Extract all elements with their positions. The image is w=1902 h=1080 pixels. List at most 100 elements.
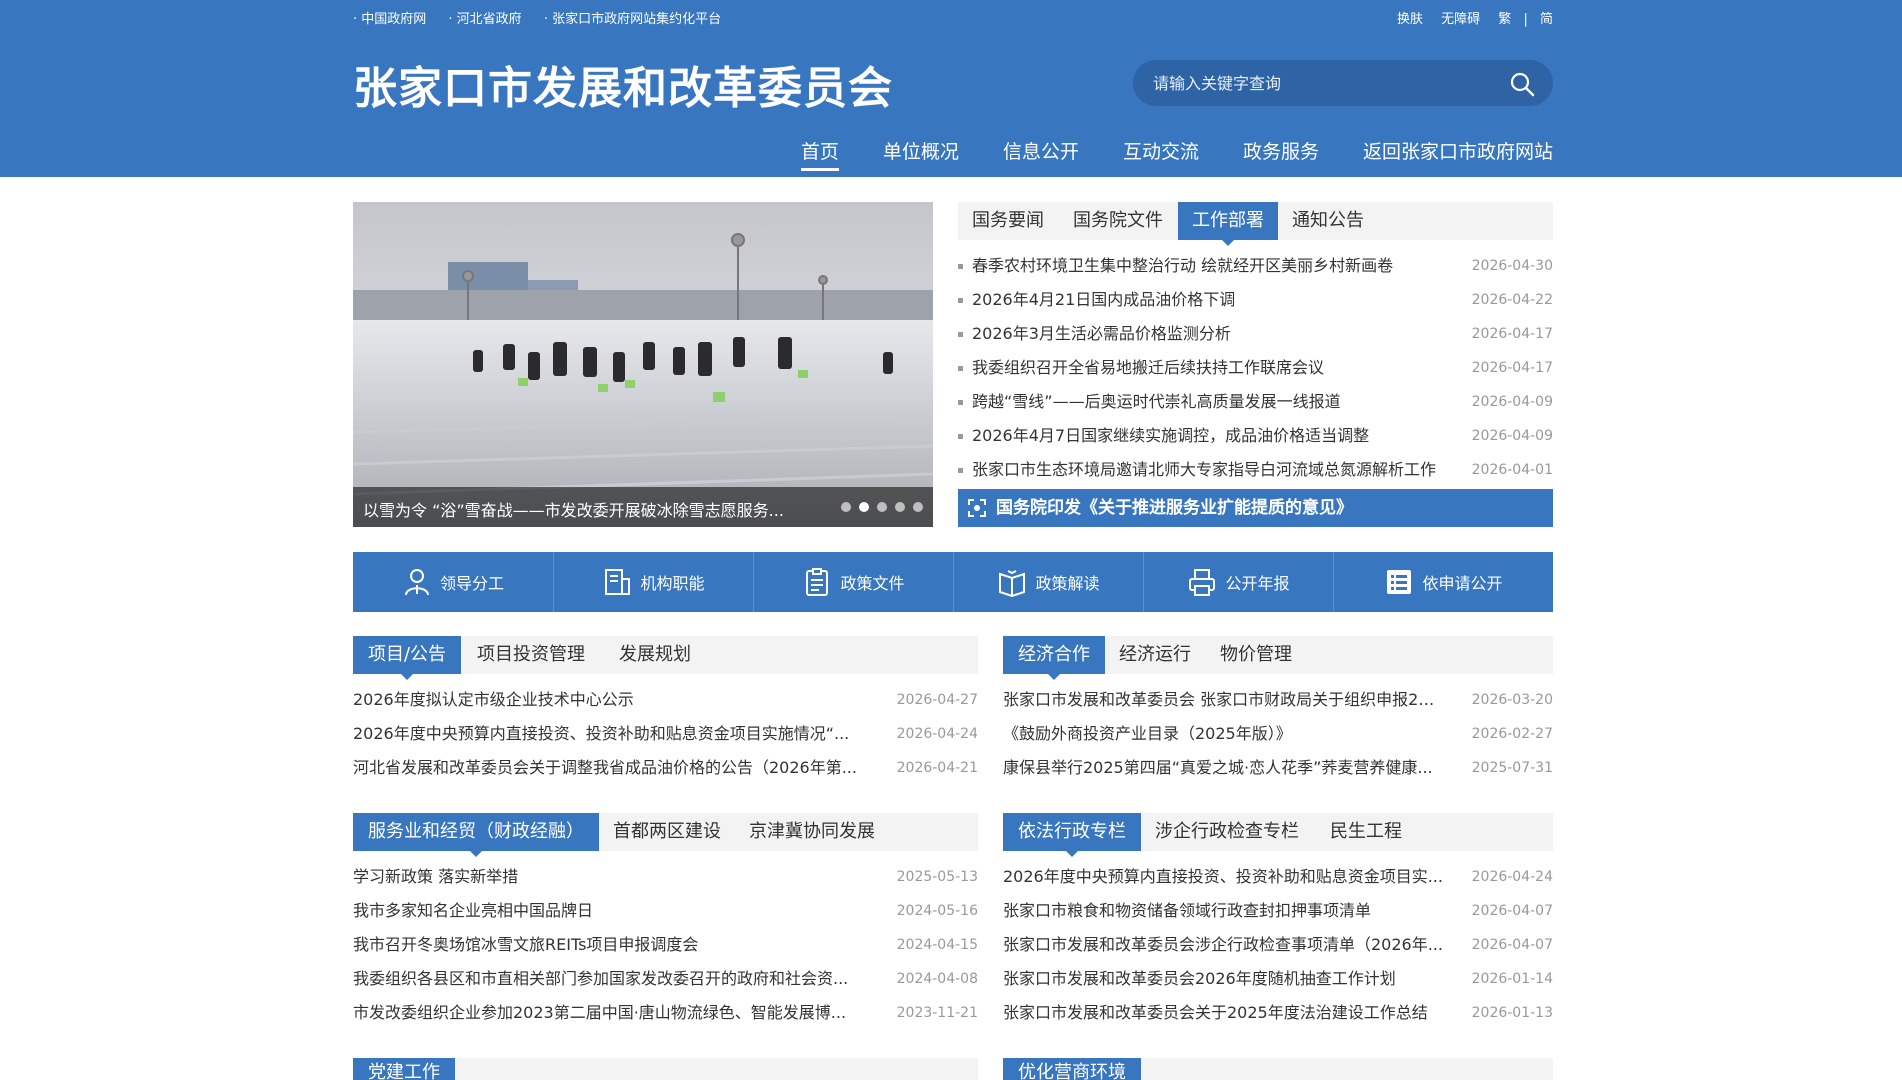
list-item-date: 2026-04-27 xyxy=(896,692,978,708)
list-item[interactable]: 张家口市生态环境局邀请北师大专家指导白河流域总氮源解析工作 2026-04-01 xyxy=(958,453,1553,487)
list-item-title[interactable]: 我委组织各县区和市直相关部门参加国家发改委召开的政府和社会资... xyxy=(353,962,848,996)
list-item-title[interactable]: 2026年3月生活必需品价格监测分析 xyxy=(958,317,1231,351)
external-links: · 中国政府网 · 河北省政府 · 张家口市政府网站集约化平台 xyxy=(353,8,739,27)
link-china-gov[interactable]: · 中国政府网 xyxy=(353,12,426,27)
list-item-title[interactable]: 张家口市发展和改革委员会2026年度随机抽查工作计划 xyxy=(1003,962,1396,996)
list-item[interactable]: 2026年度拟认定市级企业技术中心公示 2026-04-27 xyxy=(353,683,978,717)
tab-price-management[interactable]: 物价管理 xyxy=(1205,636,1307,674)
list-item[interactable]: 跨越“雪线”——后奥运时代崇礼高质量发展一线报道 2026-04-09 xyxy=(958,385,1553,419)
slider-photo[interactable] xyxy=(353,202,933,527)
tab-livelihood-projects[interactable]: 民生工程 xyxy=(1313,813,1419,851)
quicklink-label: 依申请公开 xyxy=(1422,574,1503,593)
nav-info-disclosure[interactable]: 信息公开 xyxy=(1003,137,1079,171)
list-item-title[interactable]: 张家口市发展和改革委员会 张家口市财政局关于组织申报20... xyxy=(1003,683,1443,717)
search-icon[interactable] xyxy=(1509,71,1535,97)
list-item-title[interactable]: 2026年度中央预算内直接投资、投资补助和贴息资金项目实施情况“... xyxy=(353,717,849,751)
list-item[interactable]: 张家口市发展和改革委员会关于2025年度法治建设工作总结 2026-01-13 xyxy=(1003,996,1553,1030)
tab-state-news[interactable]: 国务要闻 xyxy=(958,202,1058,240)
list-item[interactable]: 康保县举行2025第四届“真爱之城·恋人花季”荞麦营养健康... 2025-07-… xyxy=(1003,751,1553,785)
list-item-title[interactable]: 2026年4月7日国家继续实施调控，成品油价格适当调整 xyxy=(958,419,1369,453)
list-item[interactable]: 2026年度中央预算内直接投资、投资补助和贴息资金项目实... 2026-04-2… xyxy=(1003,860,1553,894)
quicklink-apply-disclosure[interactable]: 依申请公开 xyxy=(1333,552,1553,612)
list-item-date: 2026-04-17 xyxy=(1471,326,1553,342)
list-item[interactable]: 2026年度中央预算内直接投资、投资补助和贴息资金项目实施情况“... 2026-… xyxy=(353,717,978,751)
tab-enterprise-inspection[interactable]: 涉企行政检查专栏 xyxy=(1141,813,1313,851)
list-item[interactable]: 学习新政策 落实新举措 2025-05-13 xyxy=(353,860,978,894)
list-item-title[interactable]: 康保县举行2025第四届“真爱之城·恋人花季”荞麦营养健康... xyxy=(1003,751,1433,785)
list-item-title[interactable]: 我委组织召开全省易地搬迁后续扶持工作联席会议 xyxy=(958,351,1324,385)
slider-dot[interactable] xyxy=(895,502,905,512)
tab-services-trade[interactable]: 服务业和经贸（财政经融） xyxy=(353,813,599,857)
quicklink-policy-docs[interactable]: 政策文件 xyxy=(753,552,953,612)
tab-economic-operation[interactable]: 经济运行 xyxy=(1105,636,1205,674)
list-item[interactable]: 我委组织召开全省易地搬迁后续扶持工作联席会议 2026-04-17 xyxy=(958,351,1553,385)
list-item[interactable]: 张家口市发展和改革委员会 张家口市财政局关于组织申报20... 2026-03-2… xyxy=(1003,683,1553,717)
tab-work-deployment[interactable]: 工作部署 xyxy=(1178,202,1278,246)
quicklink-annual-report[interactable]: 公开年报 xyxy=(1143,552,1333,612)
list-item-title[interactable]: 张家口市发展和改革委员会涉企行政检查事项清单（2026年... xyxy=(1003,928,1443,962)
list-item[interactable]: 河北省发展和改革委员会关于调整我省成品油价格的公告（2026年第... 2026-… xyxy=(353,751,978,785)
skin-toggle[interactable]: 换肤 xyxy=(1397,12,1423,27)
list-item[interactable]: 我市召开冬奥场馆冰雪文旅REITs项目申报调度会 2024-04-15 xyxy=(353,928,978,962)
list-item-title[interactable]: 河北省发展和改革委员会关于调整我省成品油价格的公告（2026年第... xyxy=(353,751,857,785)
list-item[interactable]: 我市多家知名企业亮相中国品牌日 2024-05-16 xyxy=(353,894,978,928)
list-item[interactable]: 2026年3月生活必需品价格监测分析 2026-04-17 xyxy=(958,317,1553,351)
list-item[interactable]: 张家口市发展和改革委员会2026年度随机抽查工作计划 2026-01-14 xyxy=(1003,962,1553,996)
news-slider[interactable]: 以雪为令 “浴”雪奋战——市发改委开展破冰除雪志愿服务... xyxy=(353,202,933,527)
list-item-title[interactable]: 张家口市粮食和物资储备领域行政查封扣押事项清单 xyxy=(1003,894,1371,928)
list-item-date: 2026-04-22 xyxy=(1471,292,1553,308)
list-item[interactable]: 《鼓励外商投资产业目录（2025年版）》 2026-02-27 xyxy=(1003,717,1553,751)
slider-dot[interactable] xyxy=(841,502,851,512)
tab-projects-announcements[interactable]: 项目/公告 xyxy=(353,636,461,680)
site-title[interactable]: 张家口市发展和改革委员会 xyxy=(353,52,893,116)
list-item[interactable]: 我委组织各县区和市直相关部门参加国家发改委召开的政府和社会资... 2024-04… xyxy=(353,962,978,996)
nav-home[interactable]: 首页 xyxy=(800,137,839,171)
list-item[interactable]: 2026年4月7日国家继续实施调控，成品油价格适当调整 2026-04-09 xyxy=(958,419,1553,453)
list-item-title[interactable]: 2026年度拟认定市级企业技术中心公示 xyxy=(353,683,634,717)
tab-notices[interactable]: 通知公告 xyxy=(1278,202,1378,240)
list-item-title[interactable]: 春季农村环境卫生集中整治行动 绘就经开区美丽乡村新画卷 xyxy=(958,249,1393,283)
list-item-title[interactable]: 学习新政策 落实新举措 xyxy=(353,860,518,894)
accessibility-link[interactable]: 无障碍 xyxy=(1441,12,1480,27)
traditional-chinese-link[interactable]: 繁 xyxy=(1498,12,1511,27)
list-item[interactable]: 市发改委组织企业参加2023第二届中国·唐山物流绿色、智能发展博... 2023-… xyxy=(353,996,978,1030)
quicklink-functions[interactable]: 机构职能 xyxy=(553,552,753,612)
list-item-title[interactable]: 2026年度中央预算内直接投资、投资补助和贴息资金项目实... xyxy=(1003,860,1443,894)
list-item-title[interactable]: 市发改委组织企业参加2023第二届中国·唐山物流绿色、智能发展博... xyxy=(353,996,846,1030)
headline-banner[interactable]: 国务院印发《关于推进服务业扩能提质的意见》 xyxy=(958,489,1553,527)
quicklink-leadership[interactable]: 领导分工 xyxy=(353,552,553,612)
slider-caption[interactable]: 以雪为令 “浴”雪奋战——市发改委开展破冰除雪志愿服务... xyxy=(363,497,823,521)
link-zjk-platform[interactable]: · 张家口市政府网站集约化平台 xyxy=(544,12,721,27)
list-item-title[interactable]: 跨越“雪线”——后奥运时代崇礼高质量发展一线报道 xyxy=(958,385,1341,419)
simplified-chinese-link[interactable]: 简 xyxy=(1540,12,1553,27)
list-item-title[interactable]: 我市多家知名企业亮相中国品牌日 xyxy=(353,894,593,928)
list-item-title[interactable]: 张家口市生态环境局邀请北师大专家指导白河流域总氮源解析工作 xyxy=(958,453,1436,487)
tab-rule-of-law[interactable]: 依法行政专栏 xyxy=(1003,813,1141,857)
tab-capital-two-zones[interactable]: 首都两区建设 xyxy=(599,813,735,851)
list-item-title[interactable]: 2026年4月21日国内成品油价格下调 xyxy=(958,283,1235,317)
link-hebei-gov[interactable]: · 河北省政府 xyxy=(448,12,521,27)
slider-dot[interactable] xyxy=(859,502,869,512)
quicklink-policy-interpretation[interactable]: 政策解读 xyxy=(953,552,1143,612)
nav-interaction[interactable]: 互动交流 xyxy=(1123,137,1199,171)
list-item[interactable]: 2026年4月21日国内成品油价格下调 2026-04-22 xyxy=(958,283,1553,317)
list-item-title[interactable]: 我市召开冬奥场馆冰雪文旅REITs项目申报调度会 xyxy=(353,928,698,962)
tab-business-environment[interactable]: 优化营商环境 xyxy=(1003,1058,1141,1080)
list-item-title[interactable]: 《鼓励外商投资产业目录（2025年版）》 xyxy=(1003,717,1292,751)
list-item[interactable]: 张家口市发展和改革委员会涉企行政检查事项清单（2026年... 2026-04-0… xyxy=(1003,928,1553,962)
tab-state-council-docs[interactable]: 国务院文件 xyxy=(1058,202,1178,240)
search-input[interactable] xyxy=(1153,60,1493,106)
list-item[interactable]: 春季农村环境卫生集中整治行动 绘就经开区美丽乡村新画卷 2026-04-30 xyxy=(958,249,1553,283)
tab-development-planning[interactable]: 发展规划 xyxy=(601,636,709,674)
slider-dot[interactable] xyxy=(877,502,887,512)
tab-jingjinji[interactable]: 京津冀协同发展 xyxy=(735,813,889,851)
slider-dot[interactable] xyxy=(913,502,923,512)
tab-economic-cooperation[interactable]: 经济合作 xyxy=(1003,636,1105,680)
tab-party-building[interactable]: 党建工作 xyxy=(353,1058,455,1080)
nav-gov-services[interactable]: 政务服务 xyxy=(1243,137,1319,171)
nav-back-to-city-site[interactable]: 返回张家口市政府网站 xyxy=(1363,137,1553,171)
list-item-title[interactable]: 张家口市发展和改革委员会关于2025年度法治建设工作总结 xyxy=(1003,996,1428,1030)
nav-about[interactable]: 单位概况 xyxy=(883,137,959,171)
tab-project-investment[interactable]: 项目投资管理 xyxy=(461,636,601,674)
list-item[interactable]: 张家口市粮食和物资储备领域行政查封扣押事项清单 2026-04-07 xyxy=(1003,894,1553,928)
